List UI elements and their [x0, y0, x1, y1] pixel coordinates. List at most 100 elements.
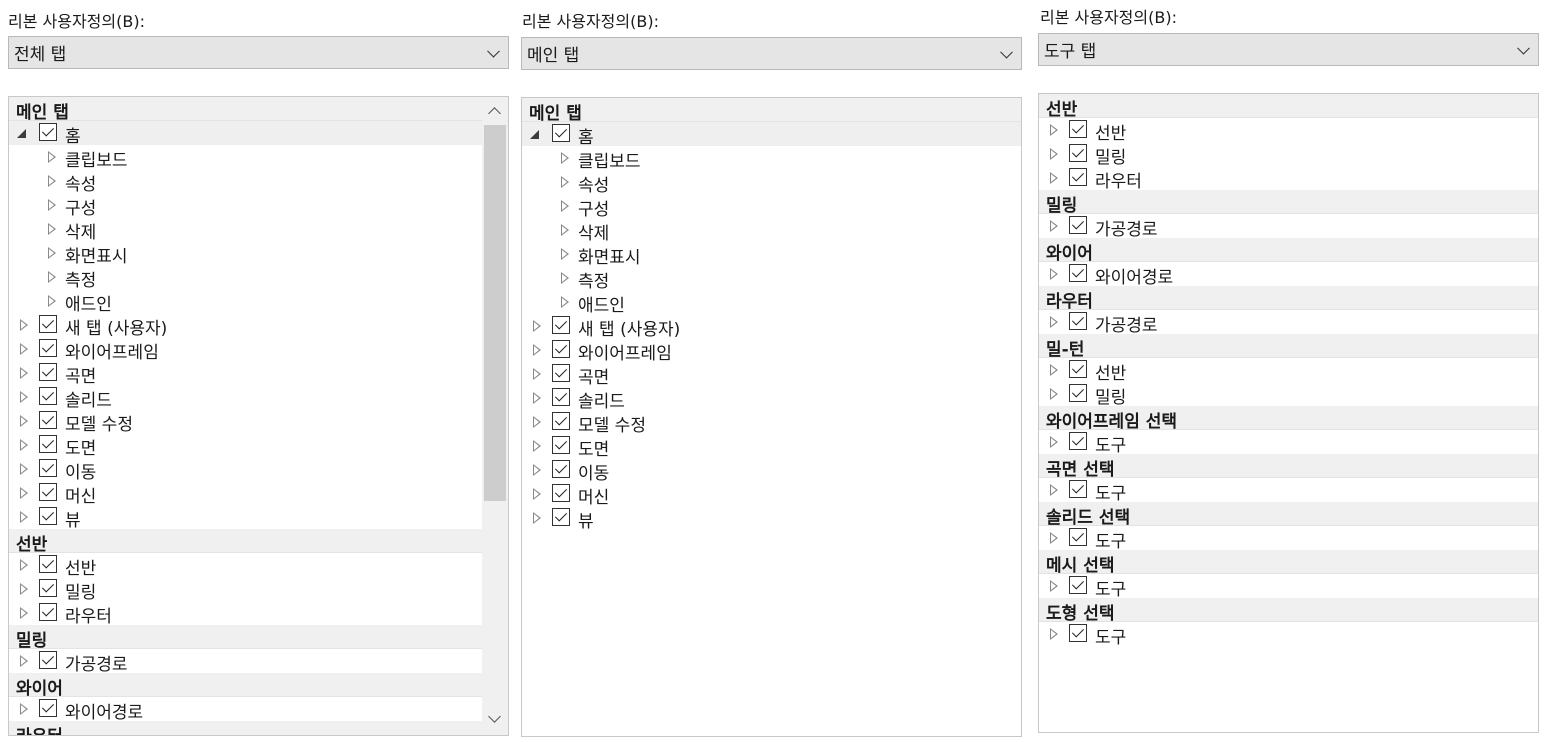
checkbox-checked-icon[interactable]: [39, 603, 57, 621]
tree-group-item[interactable]: 삭제: [522, 218, 1021, 244]
tree-tab-item[interactable]: 곡면: [9, 361, 482, 387]
expand-arrow-icon[interactable]: [533, 320, 542, 332]
expand-arrow-icon[interactable]: [20, 439, 29, 451]
tab-type-dropdown[interactable]: 메인 탭: [521, 37, 1022, 70]
checkbox-checked-icon[interactable]: [1069, 312, 1087, 330]
expand-arrow-icon[interactable]: [561, 152, 570, 164]
tree-tab-item[interactable]: 새 탭 (사용자): [9, 313, 482, 339]
checkbox-checked-icon[interactable]: [1069, 360, 1087, 378]
tree-tab-item[interactable]: 이동: [522, 458, 1021, 484]
tree-group-item[interactable]: 속성: [9, 169, 482, 195]
tree-group-item[interactable]: 클립보드: [522, 146, 1021, 172]
tree-tab-item[interactable]: 가공경로: [1039, 310, 1538, 336]
tree-tab-item[interactable]: 선반: [1039, 358, 1538, 384]
expand-arrow-icon[interactable]: [1050, 388, 1059, 400]
checkbox-checked-icon[interactable]: [552, 460, 570, 478]
checkbox-checked-icon[interactable]: [39, 363, 57, 381]
tree-tab-item[interactable]: 이동: [9, 457, 482, 483]
expand-arrow-icon[interactable]: [1050, 580, 1059, 592]
tree-group-item[interactable]: 애드인: [522, 290, 1021, 316]
expand-arrow-icon[interactable]: [561, 224, 570, 236]
checkbox-checked-icon[interactable]: [1069, 528, 1087, 546]
expand-arrow-icon[interactable]: [1050, 532, 1059, 544]
ribbon-tree-list[interactable]: 선반 선반 밀링 라우터 밀링 가공경로 와이어 와이어경로 라우터 가공경로 밀-턴 선반 밀링 와이어…: [1038, 93, 1539, 733]
expand-arrow-icon[interactable]: [561, 248, 570, 260]
tab-type-dropdown[interactable]: 도구 탭: [1038, 33, 1539, 66]
expand-arrow-icon[interactable]: [20, 655, 29, 667]
checkbox-checked-icon[interactable]: [1069, 624, 1087, 642]
tree-group-item[interactable]: 측정: [9, 265, 482, 291]
expand-arrow-icon[interactable]: [20, 367, 29, 379]
expand-arrow-icon[interactable]: [533, 440, 542, 452]
checkbox-checked-icon[interactable]: [39, 411, 57, 429]
tree-group-item[interactable]: 측정: [522, 266, 1021, 292]
expand-arrow-icon[interactable]: [1050, 172, 1059, 184]
expand-arrow-icon[interactable]: [20, 391, 29, 403]
tree-tab-item[interactable]: 머신: [9, 481, 482, 507]
tree-group-item[interactable]: 구성: [522, 194, 1021, 220]
expand-arrow-icon[interactable]: [20, 583, 29, 595]
checkbox-checked-icon[interactable]: [552, 508, 570, 526]
tree-tab-item[interactable]: 와이어프레임: [9, 337, 482, 363]
expand-arrow-icon[interactable]: [48, 175, 57, 187]
ribbon-tree-list[interactable]: 메인 탭 홈 클립보드 속성 구성 삭제 화면표시 측정 애드인 새 탭 (사용자) 와이어프레임 곡…: [8, 96, 509, 736]
tree-tab-item[interactable]: 도면: [9, 433, 482, 459]
tree-tab-item[interactable]: 뷰: [9, 505, 482, 531]
expand-arrow-icon[interactable]: [533, 488, 542, 500]
checkbox-checked-icon[interactable]: [1069, 432, 1087, 450]
checkbox-checked-icon[interactable]: [39, 315, 57, 333]
expand-arrow-icon[interactable]: [20, 463, 29, 475]
checkbox-checked-icon[interactable]: [39, 435, 57, 453]
tree-tab-item[interactable]: 가공경로: [1039, 214, 1538, 240]
checkbox-checked-icon[interactable]: [1069, 384, 1087, 402]
expand-arrow-icon[interactable]: [1050, 484, 1059, 496]
checkbox-checked-icon[interactable]: [1069, 264, 1087, 282]
tree-tab-item[interactable]: 가공경로: [9, 649, 482, 675]
checkbox-checked-icon[interactable]: [552, 484, 570, 502]
tree-tab-item[interactable]: 라우터: [1039, 166, 1538, 192]
expand-arrow-icon[interactable]: [48, 247, 57, 259]
expand-arrow-icon[interactable]: [48, 151, 57, 163]
tree-tab-item[interactable]: 머신: [522, 482, 1021, 508]
checkbox-checked-icon[interactable]: [552, 316, 570, 334]
expand-arrow-icon[interactable]: [48, 295, 57, 307]
checkbox-checked-icon[interactable]: [1069, 480, 1087, 498]
tree-group-item[interactable]: 구성: [9, 193, 482, 219]
expand-arrow-icon[interactable]: [20, 487, 29, 499]
tree-group-item[interactable]: 삭제: [9, 217, 482, 243]
tree-group-item[interactable]: 화면표시: [9, 241, 482, 267]
expanded-arrow-icon[interactable]: [530, 130, 539, 139]
checkbox-checked-icon[interactable]: [39, 459, 57, 477]
expand-arrow-icon[interactable]: [48, 223, 57, 235]
expand-arrow-icon[interactable]: [1050, 220, 1059, 232]
expand-arrow-icon[interactable]: [533, 392, 542, 404]
tree-tab-item[interactable]: 홈: [522, 122, 1021, 148]
tree-tab-item[interactable]: 선반: [9, 553, 482, 579]
expand-arrow-icon[interactable]: [561, 200, 570, 212]
expand-arrow-icon[interactable]: [1050, 436, 1059, 448]
tree-tab-item[interactable]: 솔리드: [522, 386, 1021, 412]
expand-arrow-icon[interactable]: [1050, 148, 1059, 160]
checkbox-checked-icon[interactable]: [39, 387, 57, 405]
tree-tab-item[interactable]: 도구: [1039, 622, 1538, 648]
tree-tab-item[interactable]: 밀링: [1039, 142, 1538, 168]
checkbox-checked-icon[interactable]: [552, 388, 570, 406]
expand-arrow-icon[interactable]: [1050, 364, 1059, 376]
expand-arrow-icon[interactable]: [20, 415, 29, 427]
checkbox-checked-icon[interactable]: [552, 340, 570, 358]
tab-type-dropdown[interactable]: 전체 탭: [8, 36, 509, 69]
checkbox-checked-icon[interactable]: [1069, 576, 1087, 594]
expand-arrow-icon[interactable]: [533, 512, 542, 524]
expand-arrow-icon[interactable]: [533, 344, 542, 356]
tree-group-item[interactable]: 애드인: [9, 289, 482, 315]
expand-arrow-icon[interactable]: [1050, 268, 1059, 280]
checkbox-checked-icon[interactable]: [552, 436, 570, 454]
checkbox-checked-icon[interactable]: [552, 412, 570, 430]
tree-tab-item[interactable]: 홈: [9, 121, 482, 147]
tree-tab-item[interactable]: 선반: [1039, 118, 1538, 144]
checkbox-checked-icon[interactable]: [552, 364, 570, 382]
expand-arrow-icon[interactable]: [533, 416, 542, 428]
checkbox-checked-icon[interactable]: [1069, 144, 1087, 162]
tree-tab-item[interactable]: 와이어경로: [1039, 262, 1538, 288]
checkbox-checked-icon[interactable]: [39, 483, 57, 501]
